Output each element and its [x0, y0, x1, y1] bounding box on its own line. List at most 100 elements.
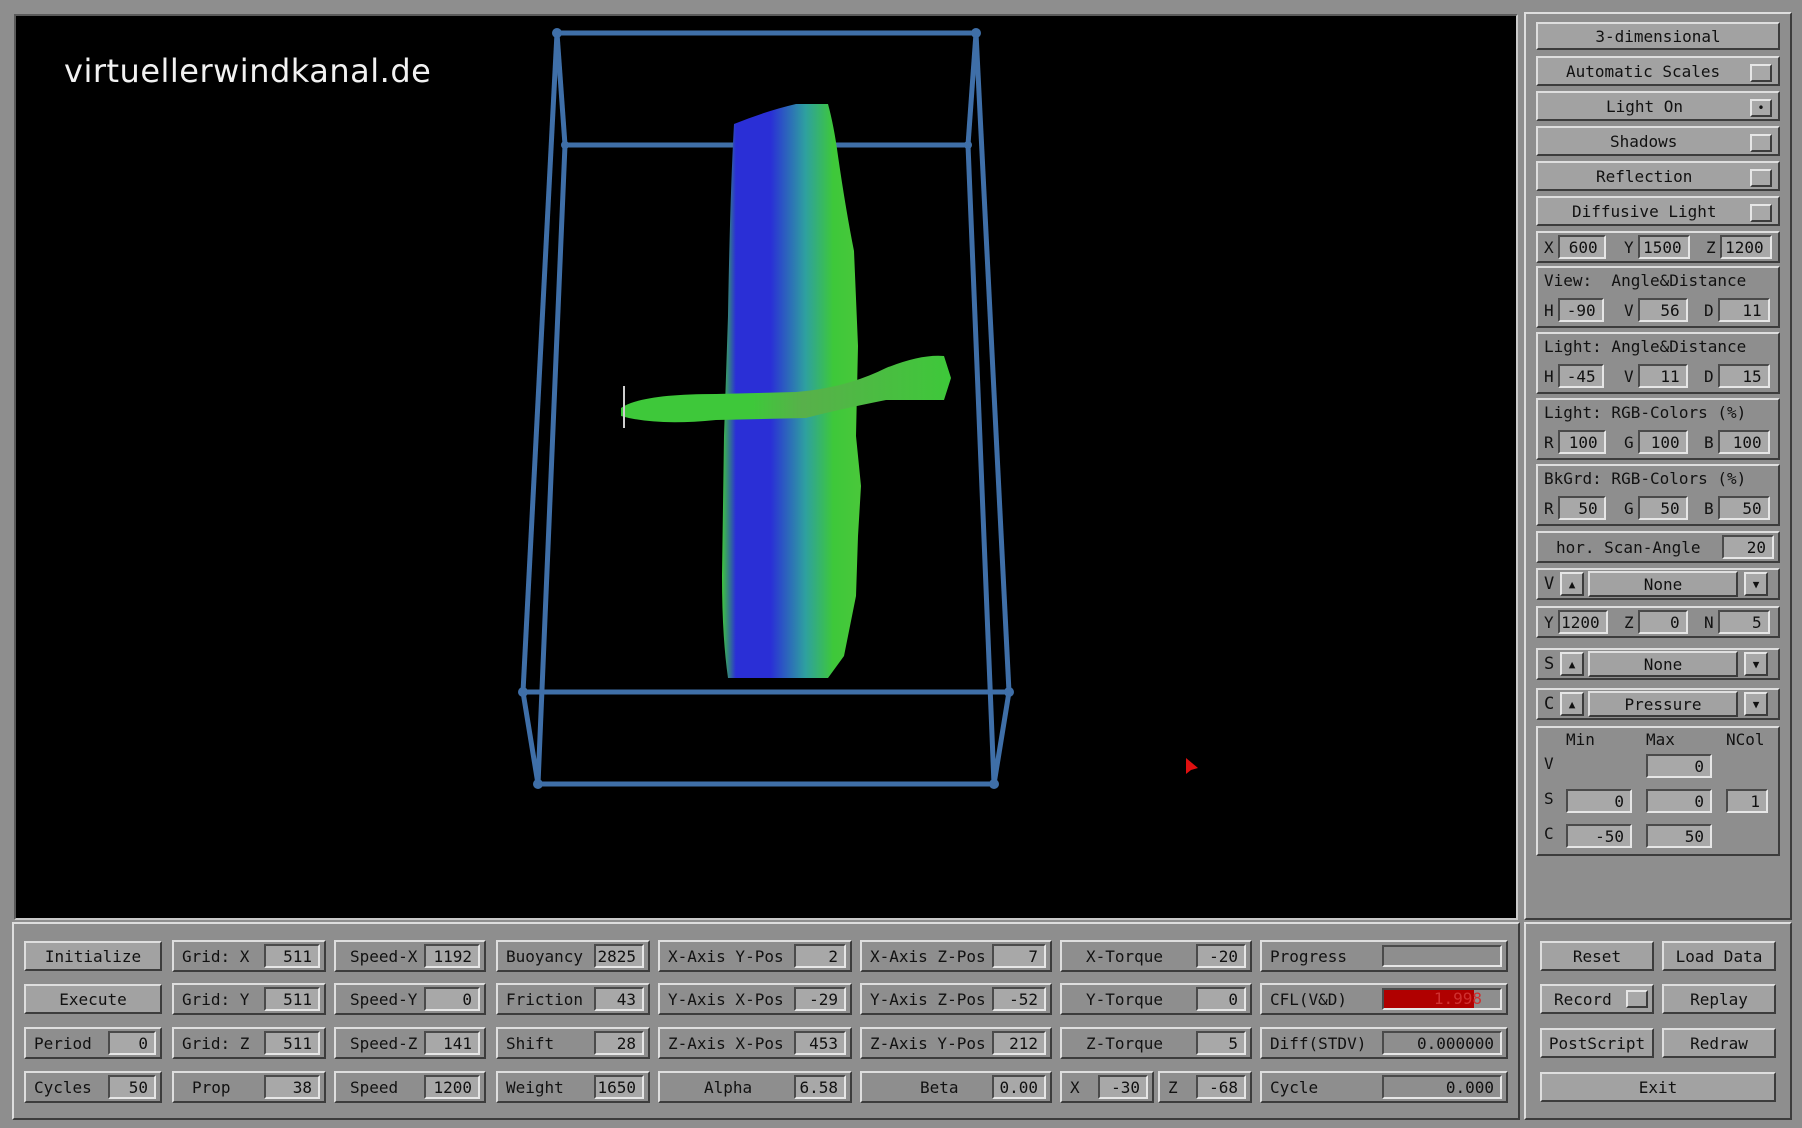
x-small-input[interactable]: -30 [1098, 1075, 1148, 1099]
record-checkbox[interactable] [1626, 990, 1648, 1008]
scale-s-label: S [1544, 789, 1554, 808]
c-down-arrow-icon[interactable]: ▼ [1744, 692, 1768, 716]
s-up-arrow-icon[interactable]: ▲ [1560, 652, 1584, 676]
slice-z-input[interactable]: 0 [1637, 610, 1688, 634]
cycles-label: Cycles [34, 1077, 92, 1097]
cycle-value: 0.000 [1382, 1075, 1502, 1099]
grid-y-input[interactable]: 511 [264, 987, 320, 1011]
z-torque-input[interactable]: 5 [1196, 1031, 1246, 1055]
slice-n-input[interactable]: 5 [1717, 610, 1770, 634]
pos-z-input[interactable]: 1200 [1719, 235, 1772, 259]
speed-y-input[interactable]: 0 [424, 987, 480, 1011]
shift-field: Shift 28 [496, 1027, 650, 1059]
light-d-input[interactable]: 15 [1717, 364, 1770, 388]
z-small-input[interactable]: -68 [1196, 1075, 1246, 1099]
exit-button[interactable]: Exit [1540, 1072, 1776, 1102]
bkgrd-b-input[interactable]: 50 [1717, 496, 1770, 520]
y-torque-label: Y-Torque [1086, 989, 1164, 1009]
prop-input[interactable]: 38 [264, 1075, 320, 1099]
view-d-input[interactable]: 11 [1717, 298, 1770, 322]
shadows-toggle[interactable]: Shadows [1536, 126, 1780, 156]
record-button[interactable]: Record [1540, 984, 1654, 1014]
s-down-arrow-icon[interactable]: ▼ [1744, 652, 1768, 676]
light-v-input[interactable]: 11 [1637, 364, 1688, 388]
v-selector-value[interactable]: None [1588, 571, 1738, 597]
diffusive-light-checkbox[interactable] [1750, 204, 1772, 222]
friction-input[interactable]: 43 [594, 987, 644, 1011]
speed-z-input[interactable]: 141 [424, 1031, 480, 1055]
zaxis-ypos-label: Z-Axis Y-Pos [870, 1033, 986, 1053]
xaxis-ypos-input[interactable]: 2 [794, 944, 846, 968]
c-up-arrow-icon[interactable]: ▲ [1560, 692, 1584, 716]
v-up-arrow-icon[interactable]: ▲ [1560, 572, 1584, 596]
s-min-input[interactable]: 0 [1566, 789, 1632, 813]
s-selector-value[interactable]: None [1588, 651, 1738, 677]
view-group: View: Angle&Distance H -90 V 56 D 11 [1536, 266, 1780, 328]
pos-y-input[interactable]: 1500 [1637, 235, 1690, 259]
c-min-input[interactable]: -50 [1566, 824, 1632, 848]
c-selector-value[interactable]: Pressure [1588, 691, 1738, 717]
xaxis-zpos-input[interactable]: 7 [992, 944, 1046, 968]
automatic-scales-toggle[interactable]: Automatic Scales [1536, 56, 1780, 86]
alpha-input[interactable]: 6.58 [794, 1075, 846, 1099]
buoyancy-input[interactable]: 2825 [594, 944, 644, 968]
speed-x-input[interactable]: 1192 [424, 944, 480, 968]
view-title: View: Angle&Distance [1544, 271, 1747, 290]
automatic-scales-checkbox[interactable] [1750, 64, 1772, 82]
speed-z-field: Speed-Z 141 [334, 1027, 486, 1059]
speed-input[interactable]: 1200 [424, 1075, 480, 1099]
shift-input[interactable]: 28 [594, 1031, 644, 1055]
s-ncol-input[interactable]: 1 [1726, 789, 1768, 813]
light-on-toggle[interactable]: Light On • [1536, 91, 1780, 121]
reflection-toggle[interactable]: Reflection [1536, 161, 1780, 191]
view-v-input[interactable]: 56 [1637, 298, 1688, 322]
y-torque-input[interactable]: 0 [1196, 987, 1246, 1011]
render-viewport[interactable]: virtuellerwindkanal.de [14, 14, 1518, 920]
initialize-button[interactable]: Initialize [24, 941, 162, 971]
x-torque-input[interactable]: -20 [1196, 944, 1246, 968]
redraw-button[interactable]: Redraw [1662, 1028, 1776, 1058]
reset-button[interactable]: Reset [1540, 941, 1654, 971]
v-max-input[interactable]: 0 [1646, 754, 1712, 778]
pos-x-input[interactable]: 600 [1557, 235, 1606, 259]
load-data-button[interactable]: Load Data [1662, 941, 1776, 971]
bkgrd-rgb-group: BkGrd: RGB-Colors (%) R 50 G 50 B 50 [1536, 464, 1780, 526]
max-header: Max [1646, 730, 1675, 749]
period-input[interactable]: 0 [108, 1031, 156, 1055]
light-g-control: G 100 [1624, 430, 1688, 454]
diffusive-light-toggle[interactable]: Diffusive Light [1536, 196, 1780, 226]
speed-label: Speed [350, 1077, 399, 1097]
yaxis-zpos-input[interactable]: -52 [992, 987, 1046, 1011]
zaxis-ypos-input[interactable]: 212 [992, 1031, 1046, 1055]
light-r-input[interactable]: 100 [1557, 430, 1606, 454]
postscript-button[interactable]: PostScript [1540, 1028, 1654, 1058]
grid-x-input[interactable]: 511 [264, 944, 320, 968]
yaxis-xpos-input[interactable]: -29 [794, 987, 846, 1011]
weight-input[interactable]: 1650 [594, 1075, 644, 1099]
c-max-input[interactable]: 50 [1646, 824, 1712, 848]
v-down-arrow-icon[interactable]: ▼ [1744, 572, 1768, 596]
zaxis-xpos-input[interactable]: 453 [794, 1031, 846, 1055]
replay-button[interactable]: Replay [1662, 984, 1776, 1014]
cycle-field: Cycle 0.000 [1260, 1071, 1508, 1103]
bkgrd-r-input[interactable]: 50 [1557, 496, 1606, 520]
pos-y-control: Y 1500 [1624, 235, 1690, 259]
light-angle-title: Light: Angle&Distance [1544, 337, 1747, 356]
shadows-checkbox[interactable] [1750, 134, 1772, 152]
execute-button[interactable]: Execute [24, 984, 162, 1014]
bkgrd-g-input[interactable]: 50 [1637, 496, 1688, 520]
diffusive-light-label: Diffusive Light [1572, 201, 1717, 221]
cycles-input[interactable]: 50 [108, 1075, 156, 1099]
scan-angle-input[interactable]: 20 [1722, 535, 1774, 559]
beta-input[interactable]: 0.00 [992, 1075, 1046, 1099]
light-g-input[interactable]: 100 [1637, 430, 1688, 454]
grid-z-input[interactable]: 511 [264, 1031, 320, 1055]
slice-y-input[interactable]: 1200 [1557, 610, 1608, 634]
reflection-checkbox[interactable] [1750, 169, 1772, 187]
view-h-input[interactable]: -90 [1557, 298, 1604, 322]
s-max-input[interactable]: 0 [1646, 789, 1712, 813]
light-b-input[interactable]: 100 [1717, 430, 1770, 454]
light-h-input[interactable]: -45 [1557, 364, 1604, 388]
light-on-checkbox[interactable]: • [1750, 99, 1772, 117]
3d-toggle-button[interactable]: 3-dimensional [1536, 22, 1780, 50]
